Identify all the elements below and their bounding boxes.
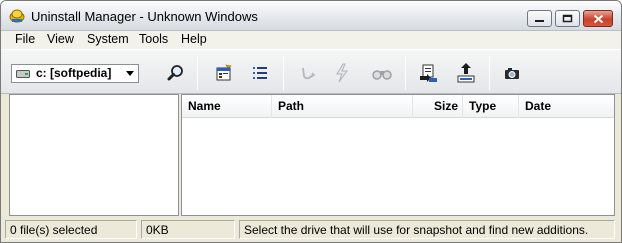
column-header-type[interactable]: Type — [463, 95, 519, 118]
properties-icon — [216, 64, 232, 81]
toolbar: c: [softpedia] — [1, 49, 621, 94]
maximize-icon — [562, 14, 573, 23]
app-window: Uninstall Manager - Unknown Windows File… — [0, 0, 622, 243]
column-header-date[interactable]: Date — [519, 95, 614, 118]
maximize-button[interactable] — [555, 10, 580, 27]
details-list-icon — [253, 67, 267, 79]
app-logo-icon — [9, 9, 25, 23]
menu-bar: File View System Tools Help — [1, 31, 621, 49]
drive-select[interactable]: c: [softpedia] — [11, 64, 139, 83]
status-selected-count: 0 file(s) selected — [5, 220, 137, 239]
snapshot-button[interactable] — [331, 62, 353, 84]
menu-file[interactable]: File — [13, 32, 37, 46]
menu-view[interactable]: View — [45, 32, 76, 46]
drive-tree-pane[interactable] — [9, 94, 179, 216]
toolbar-separator — [197, 56, 198, 90]
menu-tools[interactable]: Tools — [137, 32, 170, 46]
menu-help[interactable]: Help — [179, 32, 209, 46]
file-list-pane[interactable]: Name Path Size Type Date — [181, 94, 615, 216]
properties-button[interactable] — [213, 62, 235, 84]
details-list-button[interactable] — [249, 62, 271, 84]
binoculars-icon — [372, 70, 392, 80]
toolbar-separator — [405, 56, 406, 90]
find-icon — [167, 65, 183, 81]
toolbar-separator — [283, 56, 284, 90]
menu-system[interactable]: System — [85, 32, 131, 46]
status-total-size: 0KB — [141, 220, 235, 239]
chevron-down-icon — [126, 71, 134, 76]
column-header-size[interactable]: Size — [413, 95, 463, 118]
toolbar-separator — [489, 56, 490, 90]
find-additions-button[interactable] — [371, 62, 393, 84]
export-button[interactable] — [455, 62, 477, 84]
import-button[interactable] — [417, 62, 439, 84]
column-header-name[interactable]: Name — [182, 95, 272, 118]
minimize-icon — [535, 20, 544, 22]
snapshot-lightning-icon — [336, 63, 348, 83]
drive-icon — [16, 70, 30, 78]
column-header-path[interactable]: Path — [272, 95, 413, 118]
minimize-button[interactable] — [527, 10, 552, 27]
status-message: Select the drive that will use for snaps… — [239, 220, 615, 239]
close-button[interactable] — [583, 10, 613, 27]
window-title: Uninstall Manager - Unknown Windows — [31, 9, 258, 24]
list-header: Name Path Size Type Date — [182, 95, 614, 118]
uninstall-icon — [302, 67, 316, 80]
export-icon — [457, 63, 475, 83]
camera-button[interactable] — [501, 62, 523, 84]
find-button[interactable] — [165, 62, 187, 84]
uninstall-button[interactable] — [297, 62, 319, 84]
import-icon — [420, 64, 437, 82]
drive-label: c: [softpedia] — [36, 66, 112, 80]
close-icon — [593, 14, 603, 23]
status-bar: 0 file(s) selected 0KB Select the drive … — [1, 217, 621, 242]
camera-icon — [505, 68, 519, 79]
title-bar[interactable]: Uninstall Manager - Unknown Windows — [1, 1, 621, 31]
